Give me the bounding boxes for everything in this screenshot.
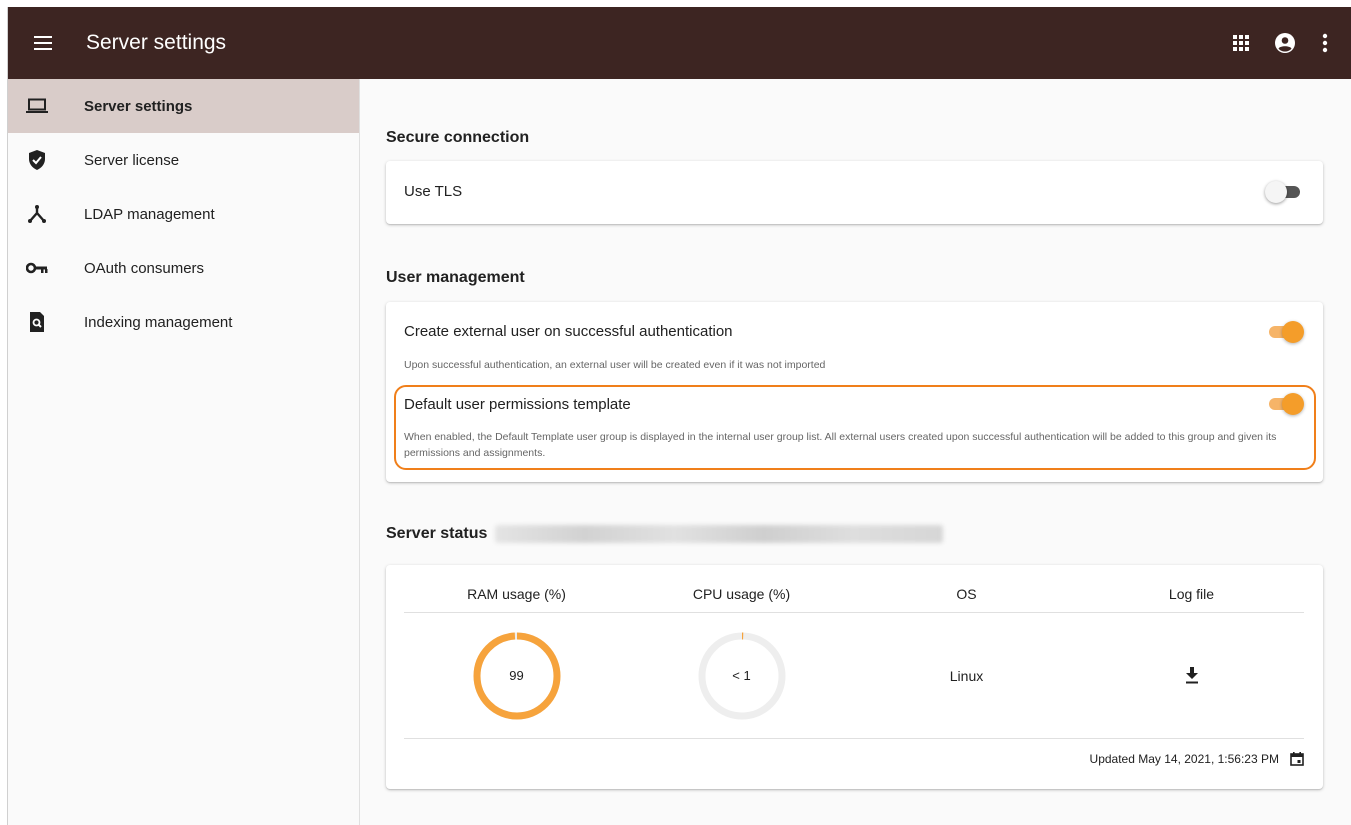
sidebar-item-server-license[interactable]: Server license <box>8 133 359 187</box>
use-tls-toggle[interactable] <box>1265 181 1303 203</box>
card-user-management: Create external user on successful authe… <box>386 302 1323 482</box>
account-circle-icon[interactable] <box>1266 23 1304 63</box>
sidebar-item-oauth-consumers[interactable]: OAuth consumers <box>8 241 359 295</box>
updated-text: Updated May 14, 2021, 1:56:23 PM <box>1089 752 1279 766</box>
sidebar: Server settings Server license LDAP mana… <box>8 79 360 825</box>
ram-value: 99 <box>509 667 524 683</box>
cpu-gauge: < 1 <box>696 630 788 722</box>
col-log-file: Log file <box>1168 586 1215 602</box>
create-external-user-label: Create external user on successful authe… <box>404 323 733 340</box>
ram-gauge: 99 <box>471 630 563 722</box>
hub-icon <box>26 203 48 225</box>
section-title-server-status: Server status <box>386 525 944 543</box>
calendar-icon[interactable] <box>1289 751 1305 767</box>
cpu-value: < 1 <box>732 667 751 683</box>
card-server-status: RAM usage (%) CPU usage (%) OS Log file … <box>386 565 1323 789</box>
section-title-user-management: User management <box>386 269 525 286</box>
sidebar-item-label: Indexing management <box>84 313 233 331</box>
app-title: Server settings <box>86 31 227 54</box>
col-os: OS <box>956 586 977 602</box>
sidebar-item-server-settings[interactable]: Server settings <box>8 79 359 133</box>
status-header-row: RAM usage (%) CPU usage (%) OS Log file <box>404 565 1304 613</box>
sidebar-item-label: Server license <box>84 151 180 169</box>
sidebar-item-label: Server settings <box>84 97 193 115</box>
shield-check-icon <box>26 149 48 171</box>
key-icon <box>26 257 48 279</box>
create-external-user-toggle[interactable] <box>1266 321 1304 343</box>
sidebar-item-label: OAuth consumers <box>84 259 205 277</box>
status-values-row: 99 < 1 Linux <box>404 613 1304 739</box>
app-window: Server settings Server settings Server l… <box>7 7 1351 825</box>
search-file-icon <box>26 311 48 333</box>
card-secure-connection: Use TLS <box>386 161 1323 224</box>
updated-timestamp: Updated May 14, 2021, 1:56:23 PM <box>1090 751 1305 767</box>
sidebar-item-ldap-management[interactable]: LDAP management <box>8 187 359 241</box>
main-content: Secure connection Use TLS User managemen… <box>361 79 1351 825</box>
redacted-address <box>495 525 944 543</box>
use-tls-label: Use TLS <box>404 183 463 200</box>
create-external-user-help: Upon successful authentication, an exter… <box>404 359 826 371</box>
default-template-toggle[interactable] <box>1266 393 1304 415</box>
menu-icon[interactable] <box>16 7 72 79</box>
col-ram-usage: RAM usage (%) <box>467 586 566 602</box>
default-template-label: Default user permissions template <box>404 396 631 413</box>
server-status-label: Server status <box>386 525 488 542</box>
section-title-secure-connection: Secure connection <box>386 129 530 146</box>
top-app-bar: Server settings <box>8 7 1351 79</box>
download-icon[interactable] <box>1185 667 1199 684</box>
sidebar-item-label: LDAP management <box>84 205 215 223</box>
default-template-help: When enabled, the Default Template user … <box>404 431 1277 459</box>
sidebar-item-indexing-management[interactable]: Indexing management <box>8 295 359 349</box>
laptop-icon <box>26 95 48 117</box>
col-cpu-usage: CPU usage (%) <box>692 586 791 602</box>
apps-grid-icon[interactable] <box>1222 23 1260 63</box>
more-vert-icon[interactable] <box>1306 23 1344 63</box>
os-value: Linux <box>949 667 984 684</box>
